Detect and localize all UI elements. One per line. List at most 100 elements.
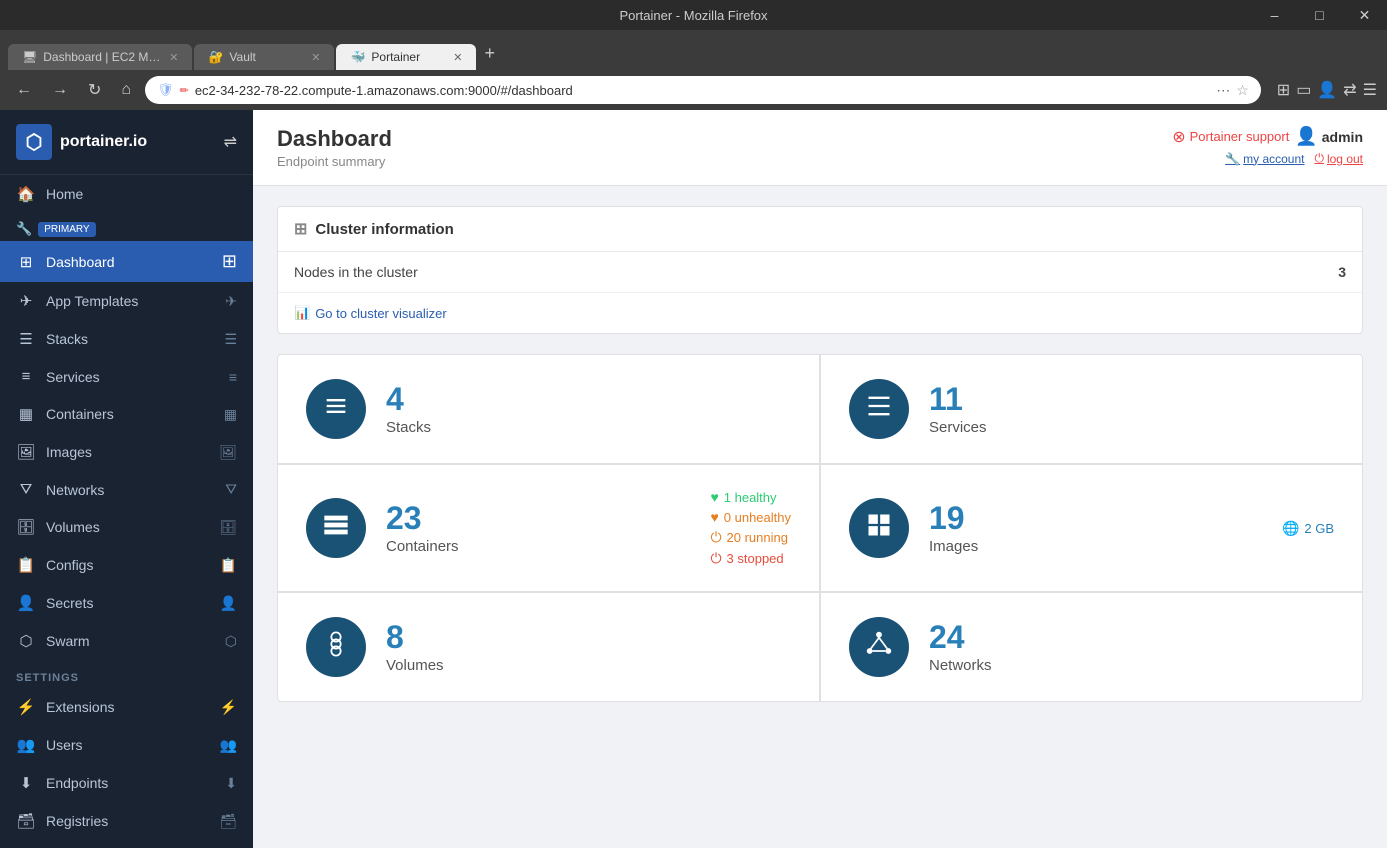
connect-icon[interactable]: ⇌	[224, 132, 237, 152]
sidebar-item-users[interactable]: 👥 Users 👥	[0, 726, 253, 764]
sidebar-logo: portainer.io ⇌	[0, 110, 253, 175]
networks-card-info: 24 Networks	[929, 621, 1334, 674]
sidebar-stacks-label: Stacks	[46, 331, 88, 347]
sidebar-item-settings[interactable]: ⚙ Settings ⚙	[0, 840, 253, 848]
stacks-icon: ☰	[16, 330, 36, 348]
networks-count: 24	[929, 621, 1334, 653]
sidebar-item-endpoints[interactable]: ⬇ Endpoints ⬇	[0, 764, 253, 802]
containers-list-icon: ▦	[224, 406, 237, 423]
volumes-card-icon	[322, 630, 350, 665]
sidebar-networks-label: Networks	[46, 482, 104, 498]
tab-close-2[interactable]: ✕	[453, 51, 462, 64]
services-icon: ≡	[16, 368, 36, 385]
sidebar-item-dashboard[interactable]: ⊞ Dashboard ⊞	[0, 241, 253, 282]
tab-close-0[interactable]: ✕	[169, 51, 178, 64]
address-bar[interactable]: 🛡 ✏ ec2-34-232-78-22.compute-1.amazonaws…	[145, 76, 1261, 104]
address-text: ec2-34-232-78-22.compute-1.amazonaws.com…	[195, 83, 573, 98]
page-subtitle: Endpoint summary	[277, 154, 392, 169]
networks-card-icon	[865, 630, 893, 665]
cluster-icon: ⊞	[294, 219, 307, 239]
sidebar-item-containers[interactable]: ▦ Containers ▦	[0, 395, 253, 433]
containers-count: 23	[386, 502, 690, 534]
browser-tab-1[interactable]: 🔐 Vault ✕	[194, 44, 334, 70]
cluster-nodes-row: Nodes in the cluster 3	[278, 252, 1362, 293]
app-templates-icon2: ✈	[225, 293, 237, 310]
portainer-support-link[interactable]: ⊗ Portainer support	[1172, 127, 1289, 147]
more-icon[interactable]: ⋯	[1216, 82, 1230, 99]
tab-favicon-0: 🖥	[22, 50, 37, 64]
services-card-info: 11 Services	[929, 383, 1334, 436]
sidebar-icon[interactable]: ▭	[1296, 80, 1311, 100]
sidebar-item-secrets[interactable]: 👤 Secrets 👤	[0, 584, 253, 622]
sidebar-item-services[interactable]: ≡ Services ≡	[0, 358, 253, 395]
sidebar-item-networks[interactable]: ⛛ Networks ⛛	[0, 471, 253, 508]
main-content: Dashboard Endpoint summary ⊗ Portainer s…	[253, 110, 1387, 848]
volumes-card[interactable]: 8 Volumes	[278, 593, 819, 701]
stacks-card[interactable]: 4 Stacks	[278, 355, 819, 463]
sidebar-item-registries[interactable]: 🗃 Registries 🗃	[0, 802, 253, 840]
healthy-count: 1 healthy	[724, 490, 777, 505]
new-tab-button[interactable]: +	[478, 37, 501, 70]
services-list-icon: ≡	[229, 369, 237, 385]
forward-button[interactable]: →	[46, 77, 74, 103]
back-button[interactable]: ←	[10, 77, 38, 103]
extensions-icon[interactable]: ⊞	[1277, 80, 1290, 100]
logout-link[interactable]: ⏻ log out	[1314, 151, 1363, 166]
swarm-nav-icon: ⬡	[16, 632, 36, 650]
sidebar-endpoints-label: Endpoints	[46, 775, 108, 791]
containers-label: Containers	[386, 538, 690, 555]
stopped-count: 3 stopped	[727, 551, 784, 566]
services-card-icon	[865, 392, 893, 427]
chart-icon: 📊	[294, 305, 310, 321]
volumes-icon: 🗄	[16, 518, 36, 536]
running-power-icon: ⏻	[710, 529, 721, 546]
images-icon-circle	[849, 498, 909, 558]
sidebar-item-extensions[interactable]: ⚡ Extensions ⚡	[0, 688, 253, 726]
sidebar-item-app-templates[interactable]: ✈ App Templates ✈	[0, 282, 253, 320]
sync-icon[interactable]: ⇄	[1343, 80, 1356, 100]
bookmark-icon[interactable]: ☆	[1236, 82, 1249, 99]
profile-icon[interactable]: 👤	[1317, 80, 1337, 100]
containers-healthy-stat: ♥ 1 healthy	[710, 489, 791, 505]
networks-icon-circle	[849, 617, 909, 677]
services-card[interactable]: 11 Services	[821, 355, 1362, 463]
sidebar-item-stacks[interactable]: ☰ Stacks ☰	[0, 320, 253, 358]
sidebar-extensions-label: Extensions	[46, 699, 114, 715]
images-card-info: 19 Images	[929, 502, 1262, 555]
sidebar-primary-section: 🔧 PRIMARY	[0, 213, 253, 241]
minimize-button[interactable]: –	[1252, 0, 1297, 30]
running-count: 20 running	[727, 530, 788, 545]
menu-icon[interactable]: ☰	[1363, 80, 1377, 100]
page-title: Dashboard	[277, 126, 392, 152]
sidebar-item-home[interactable]: 🏠 Home	[0, 175, 253, 213]
reload-button[interactable]: ↻	[82, 76, 107, 104]
maximize-button[interactable]: □	[1297, 0, 1342, 30]
sidebar-item-configs[interactable]: 📋 Configs 📋	[0, 546, 253, 584]
sidebar-users-label: Users	[46, 737, 83, 753]
primary-badge: PRIMARY	[38, 222, 95, 237]
close-button[interactable]: ✕	[1342, 0, 1387, 30]
containers-unhealthy-stat: ♥ 0 unhealthy	[710, 509, 791, 525]
sidebar-images-label: Images	[46, 444, 92, 460]
sidebar-item-volumes[interactable]: 🗄 Volumes 🗄	[0, 508, 253, 546]
containers-card[interactable]: 23 Containers ♥ 1 healthy ♥ 0 unhealthy	[278, 465, 819, 591]
home-button[interactable]: ⌂	[115, 77, 137, 103]
browser-tab-0[interactable]: 🖥 Dashboard | EC2 Manage... ✕	[8, 44, 192, 70]
tab-close-1[interactable]: ✕	[311, 51, 320, 64]
images-card[interactable]: 19 Images 🌐 2 GB	[821, 465, 1362, 591]
settings-section-label: SETTINGS	[0, 660, 253, 688]
sidebar-item-swarm[interactable]: ⬡ Swarm ⬡	[0, 622, 253, 660]
endpoints-icon: ⬇	[16, 774, 36, 792]
configs-list-icon: 📋	[220, 557, 237, 574]
images-size-stat: 🌐 2 GB	[1282, 520, 1334, 537]
containers-icon: ▦	[16, 405, 36, 423]
sidebar-item-images[interactable]: 🖼 Images 🖼	[0, 433, 253, 471]
sidebar-dashboard-label: Dashboard	[46, 254, 115, 270]
my-account-link[interactable]: 🔧 my account	[1225, 151, 1304, 166]
images-card-icon	[865, 511, 893, 546]
browser-tab-2[interactable]: 🐳 Portainer ✕	[336, 44, 476, 70]
users-icon2: 👥	[220, 737, 237, 754]
registries-icon: 🗃	[16, 812, 36, 830]
cluster-visualizer-link[interactable]: 📊 Go to cluster visualizer	[294, 305, 1346, 321]
networks-card[interactable]: 24 Networks	[821, 593, 1362, 701]
